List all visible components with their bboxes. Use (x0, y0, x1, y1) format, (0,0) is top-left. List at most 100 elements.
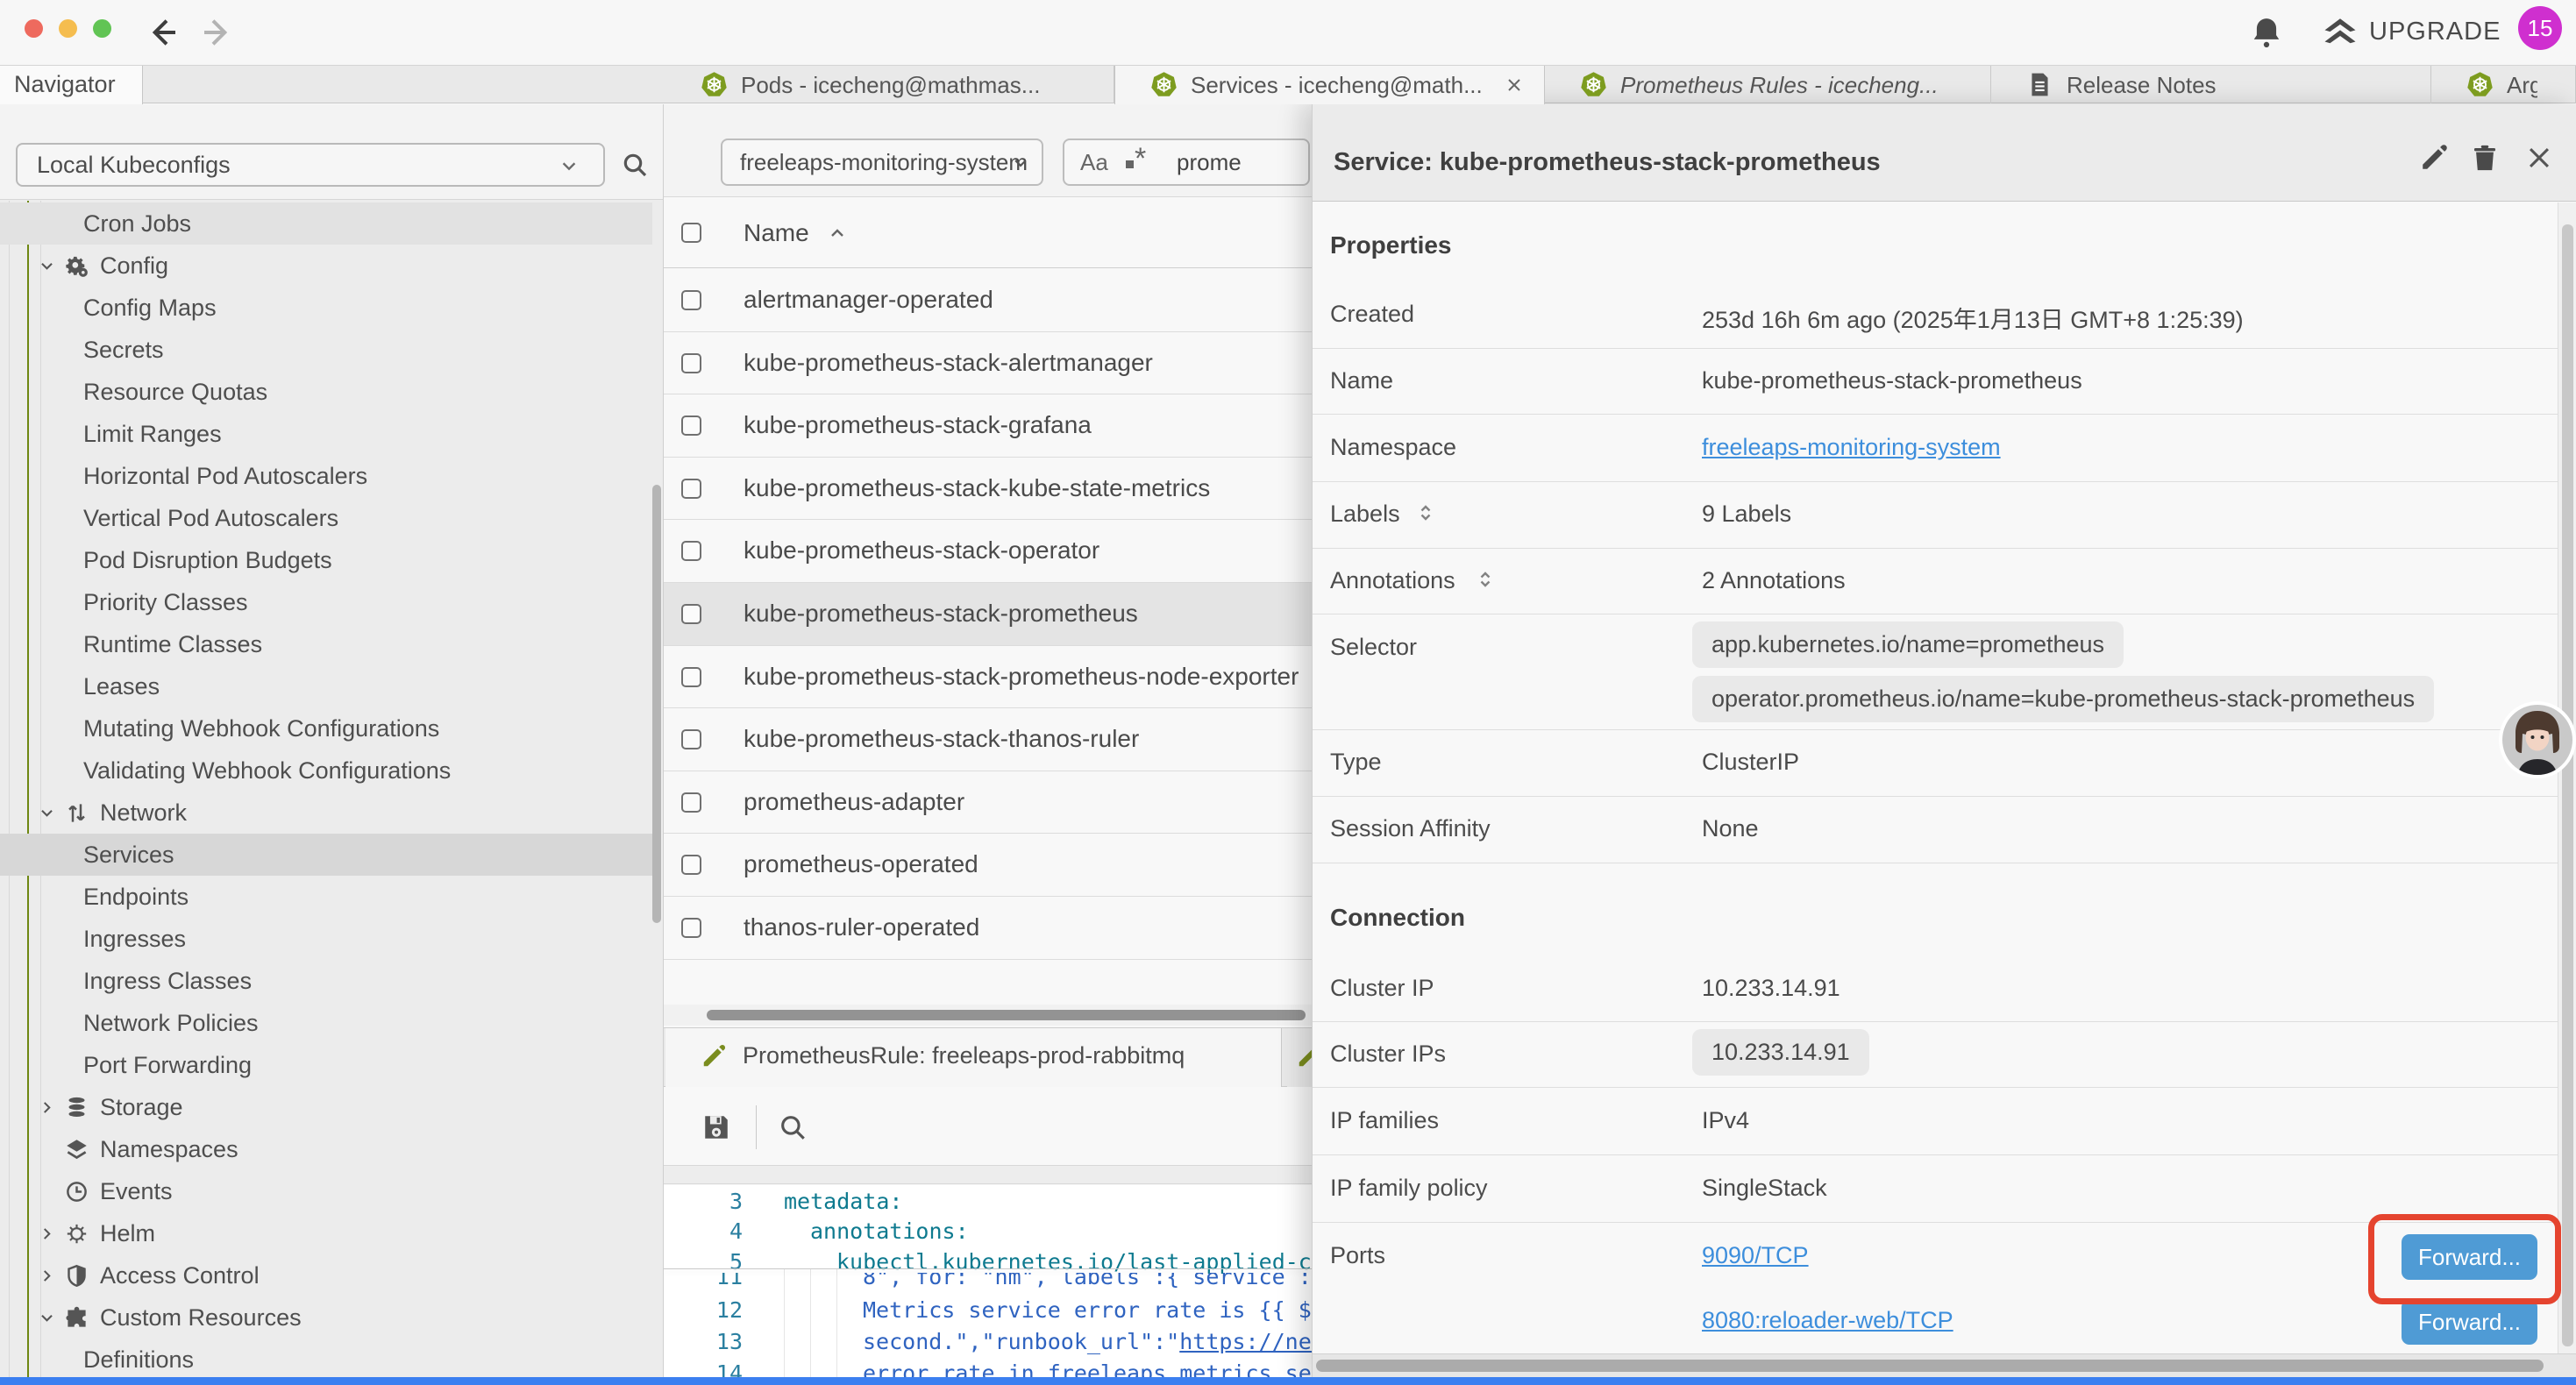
notifications-bell-icon[interactable] (2250, 14, 2283, 51)
forward-icon[interactable] (200, 15, 235, 50)
tab-argo-se[interactable]: Argo Se (2431, 66, 2576, 103)
sidebar-item-config[interactable]: Config (0, 245, 652, 287)
table-row[interactable]: thanos-ruler-operated (664, 897, 1312, 960)
drawer-vertical-scrollbar-thumb[interactable] (2562, 224, 2573, 1346)
sidebar-item-port-forwarding[interactable]: Port Forwarding (0, 1044, 652, 1086)
row-checkbox[interactable] (681, 792, 701, 813)
table-row[interactable]: prometheus-operated (664, 834, 1312, 897)
chevron-down-icon[interactable] (39, 1310, 55, 1326)
sidebar-item-events[interactable]: Events (0, 1170, 652, 1212)
sidebar-item-runtime-classes[interactable]: Runtime Classes (0, 623, 652, 665)
sidebar-item-network[interactable]: Network (0, 792, 652, 834)
sidebar-item-endpoints[interactable]: Endpoints (0, 876, 652, 918)
sidebar-item-helm[interactable]: Helm (0, 1212, 652, 1254)
editor-search-icon[interactable] (778, 1112, 808, 1142)
kubeconfig-select[interactable]: Local Kubeconfigs (16, 143, 605, 187)
chevron-right-icon[interactable] (39, 1099, 55, 1116)
sidebar-item-horizontal-pod-autoscalers[interactable]: Horizontal Pod Autoscalers (0, 455, 652, 497)
match-case-toggle[interactable]: Aa (1080, 149, 1108, 176)
row-checkbox[interactable] (681, 604, 701, 624)
sidebar-item-services[interactable]: Services (0, 834, 652, 876)
table-row[interactable]: kube-prometheus-stack-kube-state-metrics (664, 458, 1312, 521)
sidebar-item-leases[interactable]: Leases (0, 665, 652, 707)
table-row[interactable]: kube-prometheus-stack-prometheus-node-ex… (664, 646, 1312, 709)
select-all-checkbox[interactable] (681, 223, 701, 243)
sidebar-item-custom-resources[interactable]: Custom Resources (0, 1296, 652, 1339)
table-row[interactable]: kube-prometheus-stack-operator (664, 520, 1312, 583)
row-checkbox[interactable] (681, 479, 701, 499)
traffic-light-close[interactable] (25, 19, 43, 38)
tab-pods-icecheng-mathmas[interactable]: Pods - icecheng@mathmas... (665, 66, 1114, 103)
close-tab-icon[interactable] (1504, 75, 1525, 96)
chevron-right-icon[interactable] (39, 1225, 55, 1242)
back-icon[interactable] (145, 15, 180, 50)
table-search-box[interactable]: Aa * prome (1063, 138, 1310, 186)
save-icon[interactable] (701, 1112, 731, 1142)
row-checkbox[interactable] (681, 729, 701, 749)
sort-toggle-icon[interactable] (1475, 569, 1496, 590)
forward-button[interactable]: Forward... (2402, 1299, 2537, 1345)
sidebar-item-network-policies[interactable]: Network Policies (0, 1002, 652, 1044)
port-link-9090-tcp[interactable]: 9090/TCP (1702, 1242, 1809, 1269)
row-checkbox[interactable] (681, 541, 701, 561)
drawer-horizontal-scrollbar[interactable] (1313, 1353, 2576, 1377)
row-checkbox[interactable] (681, 667, 701, 687)
row-checkbox[interactable] (681, 353, 701, 373)
tab-release-notes[interactable]: Release Notes (1991, 66, 2431, 103)
row-checkbox[interactable] (681, 416, 701, 436)
sidebar-item-ingress-classes[interactable]: Ingress Classes (0, 960, 652, 1002)
traffic-light-minimize[interactable] (59, 19, 77, 38)
search-input[interactable]: prome (1177, 149, 1242, 176)
sidebar-item-validating-webhook-configurations[interactable]: Validating Webhook Configurations (0, 749, 652, 792)
runbook-url-link[interactable]: https://net (1179, 1329, 1312, 1354)
sidebar-scrollbar[interactable] (652, 485, 661, 923)
port-link-8080-reloader-web-tcp[interactable]: 8080:reloader-web/TCP (1702, 1307, 1953, 1334)
tab-services-icecheng-math[interactable]: Services - icecheng@math... (1114, 66, 1545, 104)
upgrade-icon[interactable] (2322, 12, 2359, 53)
namespace-link[interactable]: freeleaps-monitoring-system (1702, 434, 2001, 461)
sort-toggle-icon[interactable] (1415, 502, 1436, 523)
sidebar-item-priority-classes[interactable]: Priority Classes (0, 581, 652, 623)
table-row[interactable]: kube-prometheus-stack-grafana (664, 394, 1312, 458)
assistant-avatar[interactable] (2498, 700, 2576, 779)
sidebar-item-definitions[interactable]: Definitions (0, 1339, 652, 1381)
tab-navigator[interactable]: Navigator (0, 66, 143, 104)
regex-toggle-icon[interactable]: * (1126, 142, 1146, 176)
notification-badge[interactable]: 15 (2518, 6, 2562, 50)
row-checkbox[interactable] (681, 855, 701, 875)
drawer-vertical-scrollbar[interactable] (2558, 202, 2576, 1364)
chevron-down-icon[interactable] (39, 805, 55, 821)
table-horizontal-scrollbar-thumb[interactable] (707, 1010, 1306, 1020)
editor-tab-next[interactable] (1287, 1028, 1312, 1087)
sidebar-item-storage[interactable]: Storage (0, 1086, 652, 1128)
table-row[interactable]: kube-prometheus-stack-prometheus (664, 583, 1312, 646)
sidebar-item-access-control[interactable]: Access Control (0, 1254, 652, 1296)
sidebar-item-vertical-pod-autoscalers[interactable]: Vertical Pod Autoscalers (0, 497, 652, 539)
sidebar-search-icon[interactable] (621, 151, 649, 179)
table-row[interactable]: alertmanager-operated (664, 269, 1312, 332)
tab-prometheus-rules-icecheng[interactable]: Prometheus Rules - icecheng... (1545, 66, 1991, 103)
delete-trash-icon[interactable] (2470, 141, 2500, 174)
drawer-horizontal-scrollbar-thumb[interactable] (1316, 1360, 2544, 1372)
table-row[interactable]: prometheus-adapter (664, 771, 1312, 835)
table-row[interactable]: kube-prometheus-stack-alertmanager (664, 332, 1312, 395)
sidebar-item-config-maps[interactable]: Config Maps (0, 287, 652, 329)
sidebar-item-secrets[interactable]: Secrets (0, 329, 652, 371)
sidebar-item-pod-disruption-budgets[interactable]: Pod Disruption Budgets (0, 539, 652, 581)
sidebar-item-ingresses[interactable]: Ingresses (0, 918, 652, 960)
column-header-name[interactable]: Name (744, 219, 809, 247)
sidebar-item-resource-quotas[interactable]: Resource Quotas (0, 371, 652, 413)
row-checkbox[interactable] (681, 290, 701, 310)
namespace-select[interactable]: freeleaps-monitoring-system (721, 138, 1043, 186)
row-checkbox[interactable] (681, 918, 701, 938)
traffic-light-zoom[interactable] (93, 19, 111, 38)
table-row[interactable]: kube-prometheus-stack-thanos-ruler (664, 708, 1312, 771)
sidebar-item-mutating-webhook-configurations[interactable]: Mutating Webhook Configurations (0, 707, 652, 749)
chevron-right-icon[interactable] (39, 1268, 55, 1284)
edit-pencil-icon[interactable] (2419, 143, 2449, 173)
sidebar-item-cron-jobs[interactable]: Cron Jobs (0, 202, 652, 245)
sidebar-item-limit-ranges[interactable]: Limit Ranges (0, 413, 652, 455)
upgrade-button[interactable]: UPGRADE (2369, 18, 2501, 46)
yaml-editor[interactable]: 3metadata:4annotations:5kubectl.kubernet… (664, 1185, 1312, 1385)
chevron-down-icon[interactable] (39, 258, 55, 274)
